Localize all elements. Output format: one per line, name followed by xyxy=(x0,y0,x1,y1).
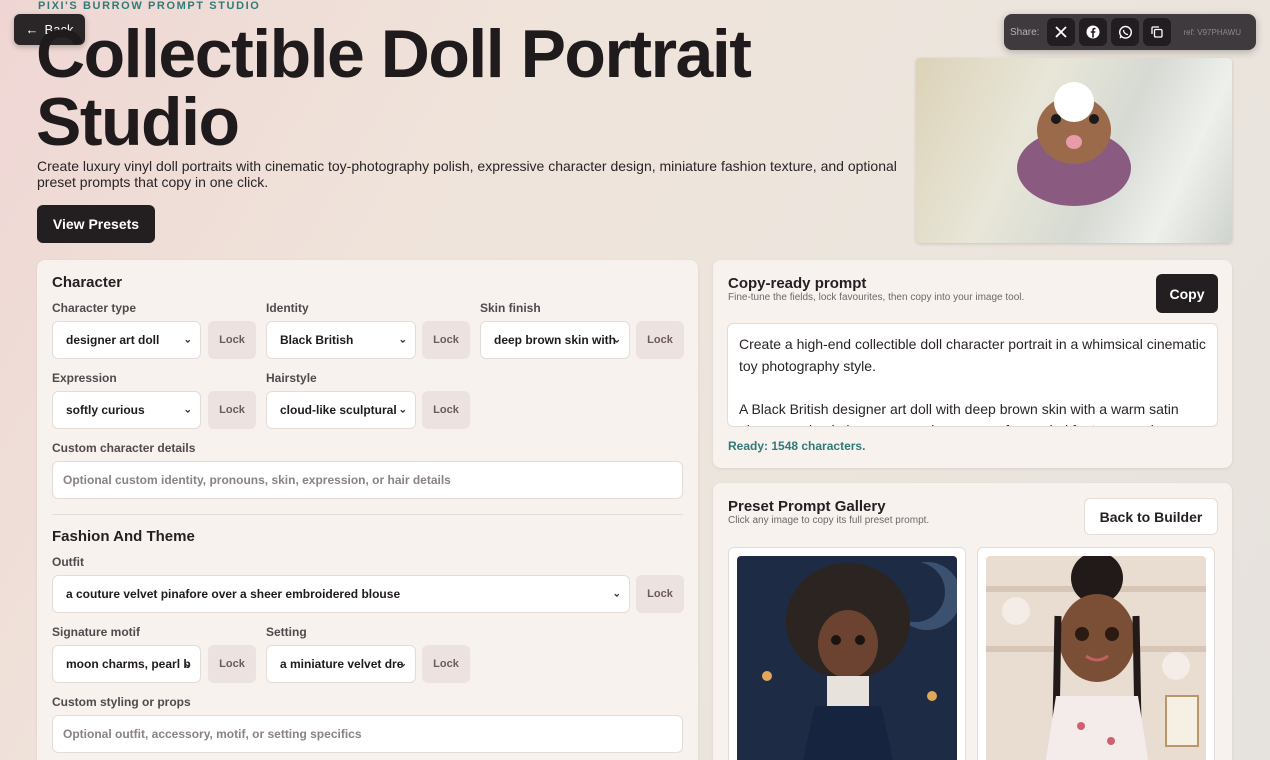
outfit-select[interactable]: a couture velvet pinafore over a sheer e… xyxy=(52,575,630,613)
identity-value: Black British xyxy=(280,333,354,347)
share-ref: ref: V97PHAWU xyxy=(1183,27,1241,37)
identity-label: Identity xyxy=(266,301,309,315)
copy-button[interactable]: Copy xyxy=(1156,274,1218,313)
fashion-section-title: Fashion And Theme xyxy=(52,528,195,545)
hairstyle-label: Hairstyle xyxy=(266,371,317,385)
identity-select[interactable]: Black British ⌄ xyxy=(266,321,416,359)
skin-finish-value: deep brown skin with xyxy=(494,333,617,347)
expression-value: softly curious xyxy=(66,403,145,417)
share-bar: Share: ref: V97PHAWU xyxy=(1004,14,1256,50)
character-section-title: Character xyxy=(52,274,123,291)
chevron-down-icon: ⌄ xyxy=(183,404,192,416)
signature-motif-value: moon charms, pearl b xyxy=(66,657,191,671)
outfit-value: a couture velvet pinafore over a sheer e… xyxy=(66,587,401,601)
custom-styling-placeholder: Optional outfit, accessory, motif, or se… xyxy=(63,727,362,741)
lock-skin-finish-button[interactable]: Lock xyxy=(636,321,684,359)
page-subtitle: Create luxury vinyl doll portraits with … xyxy=(37,158,897,190)
view-presets-button[interactable]: View Presets xyxy=(37,205,155,243)
chevron-down-icon: ⌄ xyxy=(183,334,192,346)
lock-expression-button[interactable]: Lock xyxy=(208,391,256,429)
lock-hairstyle-button[interactable]: Lock xyxy=(422,391,470,429)
section-divider xyxy=(52,514,683,515)
chevron-down-icon: ⌄ xyxy=(183,658,192,670)
expression-select[interactable]: softly curious ⌄ xyxy=(52,391,201,429)
signature-motif-select[interactable]: moon charms, pearl b ⌄ xyxy=(52,645,201,683)
gallery-image-2[interactable] xyxy=(986,556,1206,760)
custom-character-label: Custom character details xyxy=(52,441,196,455)
copy-link-icon[interactable] xyxy=(1143,18,1172,46)
lock-setting-button[interactable]: Lock xyxy=(422,645,470,683)
signature-motif-label: Signature motif xyxy=(52,625,141,639)
chevron-down-icon: ⌄ xyxy=(398,658,407,670)
chevron-down-icon: ⌄ xyxy=(398,404,407,416)
hairstyle-select[interactable]: cloud-like sculptural ⌄ xyxy=(266,391,416,429)
ready-status: Ready: 1548 characters. xyxy=(728,439,866,453)
custom-styling-input[interactable]: Optional outfit, accessory, motif, or se… xyxy=(52,715,683,753)
prompt-textarea[interactable]: Create a high-end collectible doll chara… xyxy=(727,323,1218,427)
chevron-down-icon: ⌄ xyxy=(398,334,407,346)
outfit-label: Outfit xyxy=(52,555,84,569)
gallery-subtitle: Click any image to copy its full preset … xyxy=(728,515,930,526)
lock-character-type-button[interactable]: Lock xyxy=(208,321,256,359)
lock-outfit-button[interactable]: Lock xyxy=(636,575,684,613)
character-type-select[interactable]: designer art doll ⌄ xyxy=(52,321,201,359)
custom-styling-label: Custom styling or props xyxy=(52,695,191,709)
builder-panel: Character Character type designer art do… xyxy=(37,260,698,760)
facebook-share-icon[interactable] xyxy=(1079,18,1108,46)
setting-select[interactable]: a miniature velvet dre ⌄ xyxy=(266,645,416,683)
gallery-panel: Preset Prompt Gallery Click any image to… xyxy=(713,483,1232,760)
chevron-down-icon: ⌄ xyxy=(612,334,621,346)
setting-label: Setting xyxy=(266,625,307,639)
lock-motif-button[interactable]: Lock xyxy=(208,645,256,683)
skin-finish-select[interactable]: deep brown skin with ⌄ xyxy=(480,321,630,359)
prompt-subtitle: Fine-tune the fields, lock favourites, t… xyxy=(728,292,1025,303)
prompt-panel: Copy-ready prompt Fine-tune the fields, … xyxy=(713,260,1232,468)
custom-character-placeholder: Optional custom identity, pronouns, skin… xyxy=(63,473,451,487)
gallery-item-1[interactable] xyxy=(728,547,966,760)
expression-label: Expression xyxy=(52,371,117,385)
gallery-title: Preset Prompt Gallery xyxy=(728,498,886,515)
gallery-item-2[interactable] xyxy=(977,547,1215,760)
back-to-builder-button[interactable]: Back to Builder xyxy=(1084,498,1218,535)
lock-identity-button[interactable]: Lock xyxy=(422,321,470,359)
gallery-image-1[interactable] xyxy=(737,556,957,760)
hero-image xyxy=(916,58,1232,243)
setting-value: a miniature velvet dre xyxy=(280,657,404,671)
character-type-value: designer art doll xyxy=(66,333,160,347)
skin-finish-label: Skin finish xyxy=(480,301,541,315)
prompt-title: Copy-ready prompt xyxy=(728,275,867,292)
share-label: Share: xyxy=(1010,26,1040,38)
hairstyle-value: cloud-like sculptural xyxy=(280,403,397,417)
whatsapp-share-icon[interactable] xyxy=(1111,18,1140,46)
brand-label: PIXI'S BURROW PROMPT STUDIO xyxy=(38,0,261,12)
x-share-icon[interactable] xyxy=(1047,18,1076,46)
character-type-label: Character type xyxy=(52,301,137,315)
chevron-down-icon: ⌄ xyxy=(612,588,621,600)
custom-character-input[interactable]: Optional custom identity, pronouns, skin… xyxy=(52,461,683,499)
page-title: Collectible Doll Portrait Studio xyxy=(36,16,752,160)
